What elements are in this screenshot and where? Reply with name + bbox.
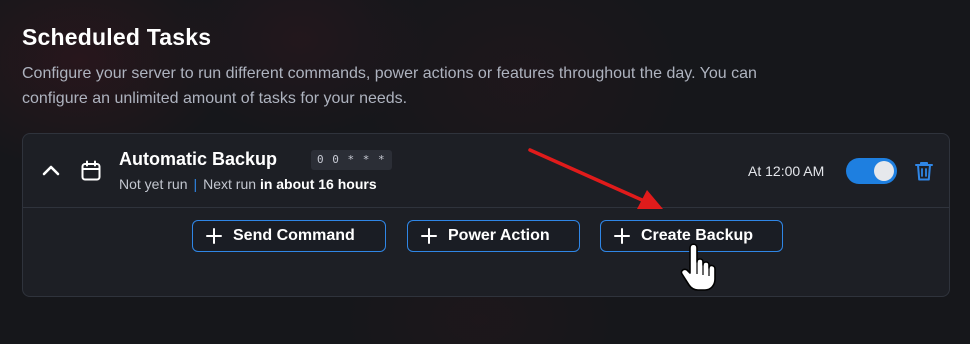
page-description: Configure your server to run different c… xyxy=(22,65,757,107)
toggle-knob xyxy=(874,161,894,181)
task-status: Not yet run | Next run in about 16 hours xyxy=(119,176,377,192)
status-separator: | xyxy=(193,176,198,192)
power-action-label: Power Action xyxy=(448,227,550,244)
calendar-icon xyxy=(81,160,101,181)
create-backup-label: Create Backup xyxy=(641,227,754,244)
plus-icon xyxy=(614,228,630,244)
task-card: Automatic Backup 0 0 * * * Not yet run | N… xyxy=(22,133,950,297)
task-header: Automatic Backup 0 0 * * * Not yet run | N… xyxy=(23,134,949,208)
trash-icon[interactable] xyxy=(913,160,935,182)
next-run-value: in about 16 hours xyxy=(259,176,377,192)
enable-toggle[interactable] xyxy=(846,158,897,184)
last-run-text: Not yet run xyxy=(119,176,188,192)
schedule-time: At 12:00 AM xyxy=(748,163,825,179)
send-command-label: Send Command xyxy=(233,227,355,244)
plus-icon xyxy=(206,228,222,244)
page-title: Scheduled Tasks xyxy=(22,24,212,50)
send-command-button[interactable]: Send Command xyxy=(192,220,386,252)
task-name: Automatic Backup xyxy=(119,149,278,169)
cron-badge: 0 0 * * * xyxy=(311,150,392,170)
next-run-label: Next run xyxy=(203,176,257,192)
create-backup-button[interactable]: Create Backup xyxy=(600,220,783,252)
plus-icon xyxy=(421,228,437,244)
chevron-up-icon[interactable] xyxy=(40,160,62,180)
power-action-button[interactable]: Power Action xyxy=(407,220,580,252)
